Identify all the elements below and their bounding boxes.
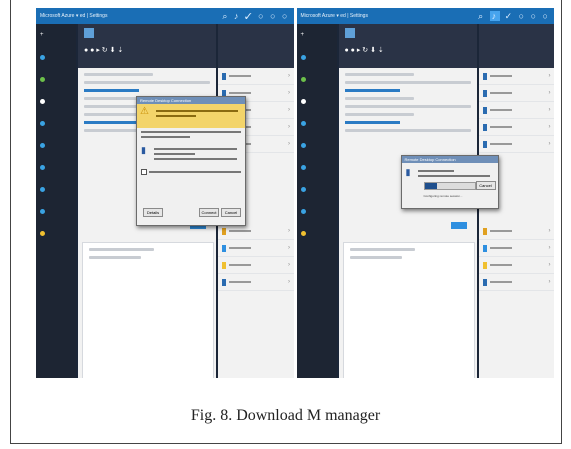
settings-row[interactable]: ›	[478, 240, 554, 257]
settings-row[interactable]: ›	[218, 274, 294, 291]
nav-item[interactable]	[36, 156, 76, 178]
text-line	[153, 153, 195, 155]
text-line	[418, 175, 490, 177]
settings-header	[478, 24, 554, 68]
connect-button[interactable]: Connect	[199, 208, 219, 217]
text-line	[84, 81, 210, 84]
nav-item[interactable]	[297, 46, 337, 68]
nav-item[interactable]	[36, 46, 76, 68]
nav-item[interactable]	[36, 222, 76, 244]
nav-item[interactable]	[297, 112, 337, 134]
link-line[interactable]	[344, 89, 400, 92]
rdp-icon: ▮	[405, 167, 411, 177]
progress-fill	[424, 183, 437, 189]
rdp-connecting-dialog: Remote Desktop Connection ▮ Cancel Confi…	[400, 155, 499, 209]
screenshot-right: Microsoft Azure ▾ ed | Settings ⌕ ♪ ✓ ○ …	[296, 8, 554, 378]
essentials-label	[84, 73, 153, 76]
vm-blade-header: ● ● ▸ ↻ ⬇ ⇣	[78, 24, 216, 68]
text-line	[418, 170, 455, 172]
settings-row[interactable]: ›	[478, 119, 554, 136]
settings-row[interactable]: ›	[478, 102, 554, 119]
cancel-button[interactable]: Cancel	[221, 208, 241, 217]
link-line[interactable]	[84, 121, 140, 124]
monitoring-tile[interactable]	[82, 242, 214, 378]
settings-row[interactable]: ›	[478, 223, 554, 240]
azure-nav: +	[296, 24, 337, 378]
nav-item[interactable]	[36, 90, 76, 112]
text-line	[344, 113, 414, 116]
text-line	[153, 158, 237, 160]
cancel-button[interactable]: Cancel	[475, 181, 496, 190]
text-line	[141, 131, 241, 133]
nav-new[interactable]: +	[36, 24, 76, 46]
all-settings-button[interactable]	[450, 222, 467, 229]
rdp-warning-dialog: Remote Desktop Connection ⚠ ▮ Details Co…	[136, 96, 246, 226]
text-line	[344, 105, 471, 108]
monitoring-tile[interactable]	[342, 242, 475, 378]
nav-item[interactable]	[297, 222, 337, 244]
settings-row[interactable]: ›	[218, 68, 294, 85]
dialog-title: Remote Desktop Connection	[401, 156, 498, 163]
rdp-icon: ▮	[141, 145, 146, 155]
text-line	[349, 248, 415, 251]
azure-topbar: Microsoft Azure ▾ ed | Settings ⌕ ♪ ✓ ○ …	[36, 8, 294, 24]
nav-item[interactable]	[36, 200, 76, 222]
nav-new[interactable]: +	[297, 24, 337, 46]
dialog-status: Configuring remote session...	[423, 194, 463, 198]
text-line	[344, 129, 471, 132]
figure-caption: Fig. 8. Download M manager	[190, 407, 381, 424]
settings-row[interactable]: ›	[478, 257, 554, 274]
azure-title: Microsoft Azure ▾ ed | Settings	[300, 13, 368, 19]
azure-nav: +	[36, 24, 76, 378]
nav-item[interactable]	[36, 134, 76, 156]
topbar-icons: ⌕ ♪ ✓ ○ ○ ○	[478, 10, 550, 21]
settings-row[interactable]: ›	[218, 257, 294, 274]
nav-item[interactable]	[36, 112, 76, 134]
settings-row[interactable]: ›	[218, 240, 294, 257]
settings-row[interactable]: ›	[478, 85, 554, 102]
screenshot-left: Microsoft Azure ▾ ed | Settings ⌕ ♪ ✓ ○ …	[36, 8, 294, 378]
topbar-icons: ⌕ ♪ ✓ ○ ○ ○	[222, 10, 290, 21]
azure-title: Microsoft Azure ▾ ed | Settings	[40, 13, 108, 19]
details-button[interactable]: Details	[143, 208, 163, 217]
link-line[interactable]	[344, 121, 400, 124]
settings-row[interactable]: ›	[478, 274, 554, 291]
nav-item[interactable]	[297, 90, 337, 112]
nav-item[interactable]	[297, 200, 337, 222]
nav-item[interactable]	[36, 68, 76, 90]
nav-browse[interactable]	[36, 244, 76, 266]
text-line	[344, 81, 471, 84]
nav-item[interactable]	[297, 68, 337, 90]
warning-icon: ⚠	[140, 106, 149, 117]
vm-blade-header: ● ● ▸ ↻ ⬇ ⇣	[338, 24, 477, 68]
settings-row[interactable]: ›	[478, 68, 554, 85]
text-line	[344, 73, 414, 76]
text-line	[153, 148, 237, 150]
figure-screenshots: Microsoft Azure ▾ ed | Settings ⌕ ♪ ✓ ○ …	[36, 8, 554, 378]
text-line	[344, 97, 414, 100]
text-line	[89, 248, 154, 251]
warning-strip: ⚠	[137, 104, 245, 128]
nav-item[interactable]	[297, 156, 337, 178]
connection-progress	[423, 182, 476, 190]
dont-ask-checkbox[interactable]	[137, 167, 245, 177]
nav-item[interactable]	[297, 134, 337, 156]
settings-header	[218, 24, 294, 68]
nav-item[interactable]	[297, 178, 337, 200]
text-line	[141, 136, 190, 138]
text-line	[89, 256, 141, 259]
azure-topbar: Microsoft Azure ▾ ed | Settings ⌕ ♪ ✓ ○ …	[296, 8, 554, 24]
nav-browse[interactable]	[297, 244, 337, 266]
dialog-title: Remote Desktop Connection	[137, 97, 245, 104]
link-line[interactable]	[84, 89, 140, 92]
nav-item[interactable]	[36, 178, 76, 200]
settings-row[interactable]: ›	[478, 136, 554, 153]
text-line	[349, 256, 402, 259]
